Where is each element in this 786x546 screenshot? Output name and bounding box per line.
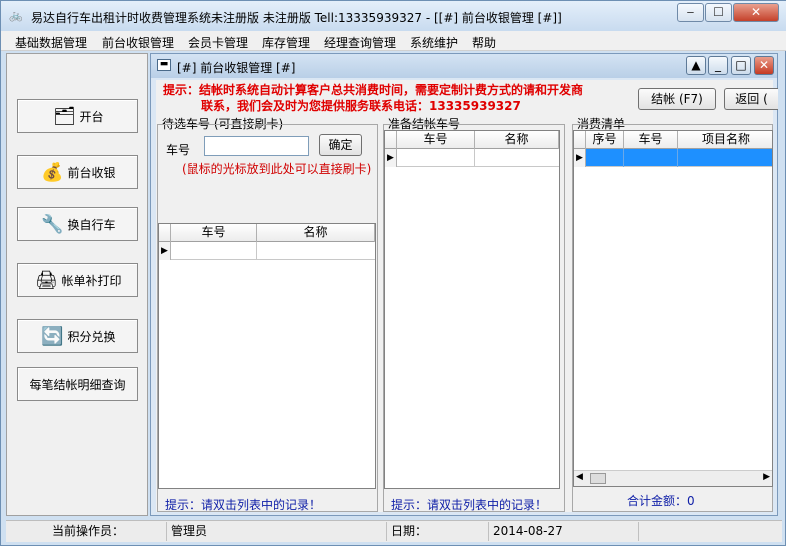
confirm-button[interactable]: 确定: [319, 134, 362, 156]
swap-bike-button[interactable]: 🔧 换自行车: [17, 207, 138, 241]
refresh-icon: 🔄: [41, 325, 64, 347]
row-header-cell: [574, 131, 586, 149]
menu-member-card[interactable]: 会员卡管理: [188, 34, 248, 51]
cashier-mdi-window: ▬ [#] 前台收银管理 [#] ▲ _ □ ✕ 提示：结帐时系统自动计算客户总…: [150, 53, 778, 516]
menu-bar: 基础数据管理 前台收银管理 会员卡管理 库存管理 经理查询管理 系统维护 帮助: [1, 31, 786, 51]
candidate-cars-grid[interactable]: 车号 名称 ▶: [158, 223, 376, 489]
ready-checkout-grid[interactable]: 车号 名称 ▶: [384, 130, 560, 489]
current-row-arrow-icon: ▶: [159, 242, 171, 260]
folder-icon: 🗂: [53, 105, 76, 127]
date-value: 2014-08-27: [488, 522, 638, 541]
col-car-number: 车号: [397, 131, 475, 149]
scroll-right-icon[interactable]: ▶: [763, 472, 770, 482]
window-title: 易达自行车出租计时收费管理系统未注册版 未注册版 Tell:1333593932…: [31, 11, 562, 25]
menu-manager-query[interactable]: 经理查询管理: [324, 34, 396, 51]
ready-grid-header: 车号 名称: [385, 131, 559, 149]
inner-close-button[interactable]: ✕: [754, 56, 774, 75]
menu-system-maintain[interactable]: 系统维护: [410, 34, 458, 51]
close-button[interactable]: ✕: [733, 3, 779, 22]
minimize-button[interactable]: ‒: [677, 3, 704, 22]
checkout-button[interactable]: 结帐 (F7): [638, 88, 716, 110]
candidate-grid-header: 车号 名称: [159, 224, 375, 242]
menu-basic-data[interactable]: 基础数据管理: [15, 34, 87, 51]
menu-front-cashier[interactable]: 前台收银管理: [102, 34, 174, 51]
reprint-bill-button[interactable]: 🖨 帐单补打印: [17, 263, 138, 297]
table-row[interactable]: ▶: [385, 149, 559, 167]
candidate-hint: 提示：请双击列表中的记录！: [165, 498, 322, 512]
maximize-button[interactable]: ☐: [705, 3, 732, 22]
table-row[interactable]: ▶: [574, 149, 772, 167]
tip-text: 提示：结帐时系统自动计算客户总共消费时间，需要定制计费方式的请和开发商 联系，我…: [163, 82, 633, 114]
operator-label: 当前操作员：: [51, 524, 124, 538]
open-table-label: 开台: [79, 109, 104, 124]
total-amount: 合计金额：0: [627, 494, 695, 508]
tip-line-1: 提示：结帐时系统自动计算客户总共消费时间，需要定制计费方式的请和开发商: [163, 83, 584, 97]
col-name: 名称: [475, 131, 559, 149]
table-cell[interactable]: [624, 149, 678, 167]
inner-title: [#] 前台收银管理 [#]: [177, 61, 296, 75]
tip-line-2: 联系，我们会及时为您提供服务联系电话：13335939327: [201, 99, 521, 113]
inner-title-bar: ▬ [#] 前台收银管理 [#] ▲ _ □ ✕: [151, 54, 777, 78]
horizontal-scrollbar[interactable]: ◀ ▶: [574, 470, 772, 486]
table-cell[interactable]: [171, 242, 257, 260]
status-bar: 当前操作员： 管理员 日期： 2014-08-27: [6, 520, 782, 542]
inner-maximize-button[interactable]: □: [731, 56, 751, 75]
table-cell[interactable]: [586, 149, 624, 167]
cashier-label: 前台收银: [67, 165, 116, 180]
menu-help[interactable]: 帮助: [472, 34, 496, 51]
date-label: 日期：: [386, 522, 488, 541]
consumption-grid-header: 序号 车号 项目名称: [574, 131, 772, 149]
current-row-arrow-icon: ▶: [385, 149, 397, 167]
col-car-number: 车号: [624, 131, 678, 149]
table-cell[interactable]: [397, 149, 475, 167]
scroll-left-icon[interactable]: ◀: [576, 472, 583, 482]
car-number-input[interactable]: [204, 136, 309, 156]
menu-inventory[interactable]: 库存管理: [262, 34, 310, 51]
checkout-detail-query-button[interactable]: 每笔结帐明细查询: [17, 367, 138, 401]
swipe-note: (鼠标的光标放到此处可以直接刷卡): [182, 162, 372, 176]
status-empty: [638, 522, 782, 541]
cashier-button[interactable]: 💰 前台收银: [17, 155, 138, 189]
printer-icon: 🖨: [35, 269, 58, 291]
left-toolbar: 🗂 开台 💰 前台收银 🔧 换自行车 🖨 帐单补打印 🔄 积分兑换 每笔结帐明细…: [6, 53, 148, 516]
inner-minimize-button[interactable]: _: [708, 56, 728, 75]
car-number-label: 车号: [166, 143, 191, 157]
money-bag-icon: 💰: [41, 161, 64, 183]
inner-restore-button[interactable]: ▲: [686, 56, 706, 75]
cashier-content: 提示：结帐时系统自动计算客户总共消费时间，需要定制计费方式的请和开发商 联系，我…: [156, 80, 778, 512]
row-header-cell: [159, 224, 171, 242]
col-car-number: 车号: [171, 224, 257, 242]
col-item-name: 项目名称: [701, 132, 750, 146]
swap-bike-label: 换自行车: [67, 217, 116, 232]
operator-value: 管理员: [166, 522, 386, 541]
points-redeem-label: 积分兑换: [67, 329, 116, 344]
consumption-list-grid[interactable]: 序号 车号 项目名称 ▶ ◀ ▶: [573, 130, 773, 487]
open-table-button[interactable]: 🗂 开台: [17, 99, 138, 133]
reprint-bill-label: 帐单补打印: [61, 273, 122, 288]
tools-icon: 🔧: [41, 213, 64, 235]
back-button[interactable]: 返回 (: [724, 88, 778, 110]
app-window: 🚲 易达自行车出租计时收费管理系统未注册版 未注册版 Tell:13335939…: [0, 0, 786, 546]
col-name: 名称: [257, 224, 375, 242]
title-bar: 🚲 易达自行车出租计时收费管理系统未注册版 未注册版 Tell:13335939…: [1, 1, 786, 31]
checkout-detail-query-label: 每笔结帐明细查询: [29, 377, 126, 392]
scroll-thumb[interactable]: [590, 473, 606, 484]
app-bike-icon: 🚲: [9, 9, 23, 22]
window-menu-icon[interactable]: ▬: [157, 59, 171, 71]
points-redeem-button[interactable]: 🔄 积分兑换: [17, 319, 138, 353]
row-header-cell: [385, 131, 397, 149]
col-seq: 序号: [586, 131, 624, 149]
current-row-arrow-icon: ▶: [574, 149, 586, 167]
table-row[interactable]: ▶: [159, 242, 375, 260]
ready-hint: 提示：请双击列表中的记录！: [391, 498, 548, 512]
